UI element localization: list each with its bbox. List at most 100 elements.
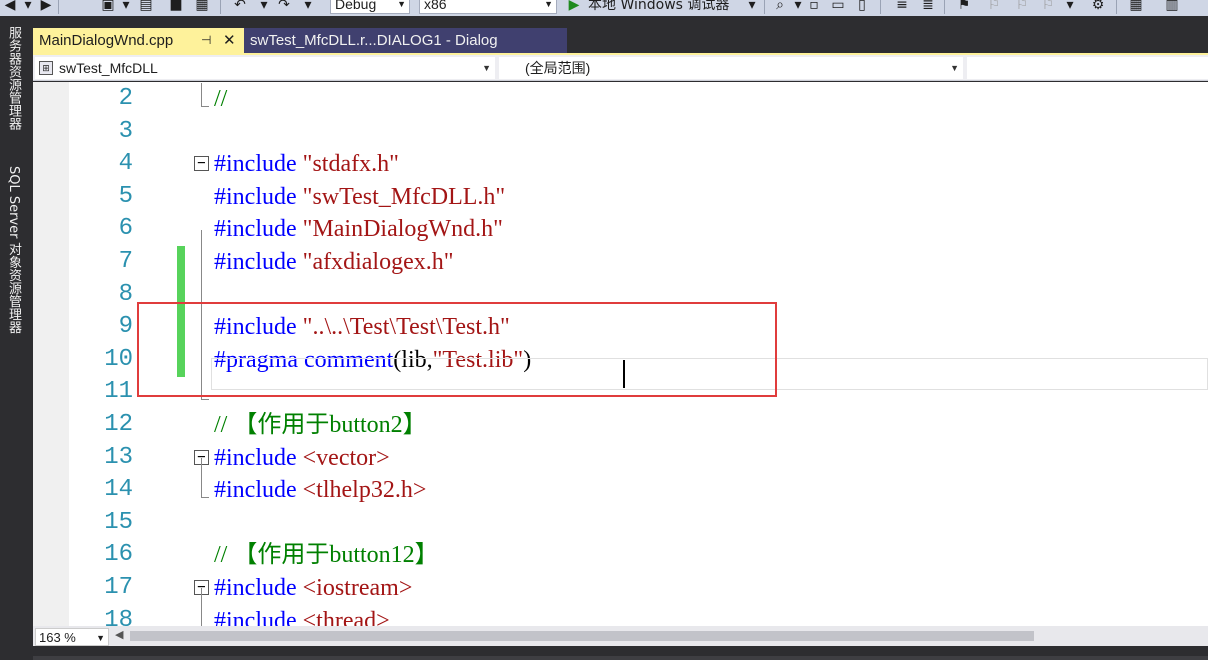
chevron-down-icon: ▼ bbox=[482, 63, 491, 73]
close-icon[interactable]: ✕ bbox=[223, 28, 236, 53]
dropdown-icon[interactable]: ▾ bbox=[118, 0, 134, 14]
outline-guide bbox=[201, 83, 202, 106]
outline-guide-end bbox=[201, 497, 209, 499]
bookmark-prev-icon[interactable]: ⚐ bbox=[986, 0, 1002, 14]
tab-label: MainDialogWnd.cpp bbox=[39, 32, 174, 49]
back-icon[interactable]: ◀ bbox=[2, 0, 18, 14]
project-value: swTest_MfcDLL bbox=[59, 60, 158, 76]
dropdown-icon[interactable]: ▾ bbox=[256, 0, 272, 14]
pin-icon[interactable]: ⊣ bbox=[201, 28, 211, 53]
code-line[interactable]: 14 #include <tlhelp32.h> bbox=[69, 474, 1208, 506]
status-strip bbox=[33, 656, 1208, 660]
tab-label: swTest_MfcDLL.r...DIALOG1 - Dialog bbox=[250, 32, 498, 49]
horizontal-scrollbar: 163 % ▼ ◀ bbox=[33, 626, 1208, 646]
dropdown-icon[interactable]: ▾ bbox=[300, 0, 316, 14]
toolbar-icon[interactable]: ▯ bbox=[854, 0, 870, 14]
scrollbar-thumb[interactable] bbox=[130, 631, 1034, 641]
line-number: 12 bbox=[104, 411, 133, 438]
indent-icon[interactable]: ≡ bbox=[894, 0, 910, 14]
change-marker bbox=[177, 246, 185, 279]
chevron-down-icon: ▼ bbox=[544, 0, 553, 9]
line-number: 17 bbox=[104, 574, 133, 601]
main-toolbar: ◀ ▾ ▶ ▣ ▾ ▤ ■ ▦ ↶ ▾ ↷ ▾ Debug ▼ x86 ▼ ▶ … bbox=[0, 0, 1208, 16]
find-icon[interactable]: ⌕ bbox=[772, 0, 788, 14]
navigation-bar: ⊞ swTest_MfcDLL ▼ (全局范围) ▼ bbox=[33, 55, 1208, 81]
code-text: #include "MainDialogWnd.h" bbox=[214, 213, 503, 245]
code-line[interactable]: 5 #include "swTest_MfcDLL.h" bbox=[69, 181, 1208, 213]
code-token: #include bbox=[214, 151, 297, 178]
code-text: // 【作用于button12】 bbox=[214, 539, 439, 571]
code-editor[interactable]: 2//3 4− #include "stdafx.h" 5 #include "swTe… bbox=[33, 82, 1208, 626]
code-line[interactable]: 13− #include <vector> bbox=[69, 442, 1208, 474]
code-line[interactable]: 15 bbox=[69, 507, 1208, 539]
toolbar-icon[interactable]: ▥ bbox=[1164, 0, 1180, 14]
platform-select[interactable]: x86 ▼ bbox=[419, 0, 557, 14]
dropdown-icon[interactable]: ▾ bbox=[744, 0, 760, 14]
outdent-icon[interactable]: ≣ bbox=[920, 0, 936, 14]
line-number: 14 bbox=[104, 476, 133, 504]
code-line[interactable]: 17− #include <iostream> bbox=[69, 572, 1208, 604]
configuration-select[interactable]: Debug ▼ bbox=[330, 0, 410, 14]
toolbar-icon[interactable]: ▭ bbox=[830, 0, 846, 14]
dropdown-icon[interactable]: ▾ bbox=[1062, 0, 1078, 14]
toolbar-separator bbox=[764, 0, 765, 14]
line-number: 5 bbox=[118, 182, 133, 210]
start-debugging-button[interactable]: 本地 Windows 调试器 bbox=[588, 0, 729, 14]
code-token: "afxdialogex.h" bbox=[302, 249, 454, 275]
bookmark-icon[interactable]: ⚑ bbox=[956, 0, 972, 14]
server-explorer-tab[interactable]: 服务器资源管理器 bbox=[4, 26, 23, 130]
save-all-icon[interactable]: ▦ bbox=[194, 0, 210, 14]
code-token: #include bbox=[214, 607, 297, 626]
toolbar-icon[interactable]: ▫ bbox=[806, 0, 822, 14]
scroll-left-icon[interactable]: ◀ bbox=[115, 628, 123, 641]
code-line[interactable]: 3 bbox=[69, 116, 1208, 148]
line-number: 9 bbox=[118, 313, 133, 341]
scope-select[interactable]: (全局范围) ▼ bbox=[499, 57, 963, 79]
code-line[interactable]: 12 // 【作用于button2】 bbox=[69, 409, 1208, 441]
member-select[interactable] bbox=[967, 57, 1208, 79]
redo-icon[interactable]: ↷ bbox=[276, 0, 292, 14]
code-text: #include <thread> bbox=[214, 605, 390, 626]
toolbar-icon[interactable]: ▦ bbox=[1128, 0, 1144, 14]
bookmark-next-icon[interactable]: ⚐ bbox=[1014, 0, 1030, 14]
zoom-select[interactable]: 163 % ▼ bbox=[35, 628, 109, 646]
code-token: #include bbox=[214, 444, 297, 471]
line-number: 11 bbox=[104, 378, 133, 406]
tab-maindialogwnd-cpp[interactable]: MainDialogWnd.cpp ⊣ ✕ bbox=[33, 28, 244, 53]
code-line[interactable]: 6 #include "MainDialogWnd.h" bbox=[69, 213, 1208, 245]
tab-dialog-resource[interactable]: swTest_MfcDLL.r...DIALOG1 - Dialog bbox=[244, 28, 567, 53]
code-line[interactable]: 4 − #include "stdafx.h" bbox=[69, 148, 1208, 180]
new-project-icon[interactable]: ▣ bbox=[100, 0, 116, 14]
toolbar-separator bbox=[880, 0, 881, 14]
code-line[interactable]: 16 // 【作用于button12】 bbox=[69, 539, 1208, 571]
code-token: #include bbox=[214, 216, 297, 243]
code-token: #include bbox=[214, 249, 297, 275]
code-token: // bbox=[214, 86, 228, 112]
code-token: #include bbox=[214, 183, 297, 210]
bookmark-clear-icon[interactable]: ⚐ bbox=[1040, 0, 1056, 14]
code-token: // 【作用于button2】 bbox=[214, 412, 427, 438]
code-line[interactable]: 18 #include <thread> bbox=[69, 605, 1208, 626]
code-token: <tlhelp32.h> bbox=[302, 477, 427, 504]
forward-icon[interactable]: ▶ bbox=[38, 0, 54, 14]
open-folder-icon[interactable]: ▤ bbox=[138, 0, 154, 14]
save-icon[interactable]: ■ bbox=[168, 0, 184, 14]
code-token: <thread> bbox=[302, 607, 390, 626]
code-token: <iostream> bbox=[302, 575, 413, 601]
dropdown-icon[interactable]: ▾ bbox=[20, 0, 36, 14]
glyph-margin[interactable] bbox=[33, 82, 69, 626]
code-text: #include "swTest_MfcDLL.h" bbox=[214, 181, 505, 213]
settings-icon[interactable]: ⚙ bbox=[1090, 0, 1106, 14]
collapse-icon[interactable]: − bbox=[194, 156, 209, 172]
chevron-down-icon: ▼ bbox=[950, 63, 959, 73]
project-select[interactable]: ⊞ swTest_MfcDLL ▼ bbox=[35, 57, 495, 79]
sql-server-explorer-tab[interactable]: SQL Server 对象资源管理器 bbox=[4, 166, 23, 334]
chevron-down-icon: ▼ bbox=[397, 0, 406, 9]
code-line[interactable]: 7 #include "afxdialogex.h" bbox=[69, 246, 1208, 279]
undo-icon[interactable]: ↶ bbox=[232, 0, 248, 14]
dropdown-icon[interactable]: ▾ bbox=[790, 0, 806, 14]
code-line[interactable]: 2 // bbox=[69, 83, 1208, 115]
start-debugging-icon[interactable]: ▶ bbox=[566, 0, 582, 14]
code-text: // bbox=[214, 83, 227, 115]
outline-guide-end bbox=[201, 105, 209, 107]
